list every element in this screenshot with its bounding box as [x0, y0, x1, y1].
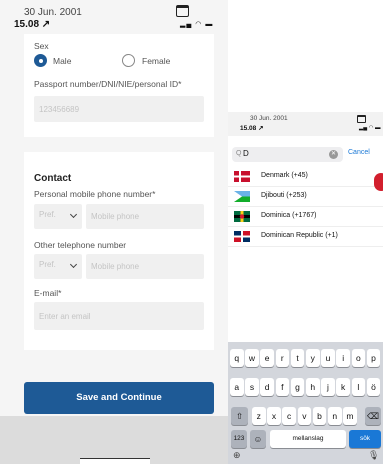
search-return-key[interactable]: sök: [349, 430, 381, 448]
key-1[interactable]: s: [245, 378, 259, 396]
key-2[interactable]: c: [282, 407, 296, 425]
status-time: 15.08 ↗: [14, 19, 51, 30]
search-icon: Q: [236, 150, 242, 157]
mobile-label: Personal mobile phone number*: [34, 189, 156, 199]
save-and-continue-button[interactable]: Save and Continue: [24, 382, 214, 414]
mobile-prefix-value: Pref.: [39, 210, 56, 219]
status-bar: 30 Jun. 2001 15.08 ↗ ▂▄ ◠ ▬: [228, 112, 383, 136]
status-date: 30 Jun. 2001: [24, 7, 82, 18]
clear-icon[interactable]: ✕: [329, 150, 338, 159]
contact-title: Contact: [34, 173, 72, 184]
shift-key-icon[interactable]: ⇧: [231, 407, 248, 425]
email-label: E-mail*: [34, 288, 62, 298]
key-1[interactable]: x: [267, 407, 281, 425]
key-6[interactable]: u: [321, 349, 335, 367]
signal-wifi-battery-icon: ▂▄ ◠ ▬: [180, 21, 214, 28]
backspace-key-icon[interactable]: ⌫: [365, 407, 381, 425]
other-phone-label: Other telephone number: [34, 240, 127, 250]
cancel-button[interactable]: Cancel: [348, 149, 370, 156]
keyboard: qwertyuiop asdfghjklö zxcvbnm ⇧ ⌫ 123 ☺ …: [228, 342, 383, 464]
male-label: Male: [53, 56, 72, 66]
registration-form-screen: 30 Jun. 2001 15.08 ↗ ▂▄ ◠ ▬ Sex Male Fem…: [0, 0, 228, 464]
key-4[interactable]: b: [312, 407, 327, 425]
other-phone-input[interactable]: Mobile phone: [86, 254, 204, 279]
mobile-prefix-select[interactable]: Pref.: [34, 204, 82, 229]
country-search-screen: 30 Jun. 2001 15.08 ↗ ▂▄ ◠ ▬ Q D ✕ Cancel…: [228, 0, 383, 464]
key-0[interactable]: q: [230, 349, 244, 367]
key-9[interactable]: p: [366, 349, 381, 367]
key-8[interactable]: l: [351, 378, 366, 396]
male-radio[interactable]: [34, 54, 47, 67]
search-query: D: [243, 149, 249, 158]
key-5[interactable]: h: [306, 378, 320, 396]
country-name: Djibouti (+253): [261, 192, 307, 199]
footer-background: [0, 416, 228, 464]
contact-card: Contact Personal mobile phone number* Pr…: [24, 152, 214, 350]
key-7[interactable]: i: [336, 349, 350, 367]
key-7[interactable]: k: [336, 378, 350, 396]
country-search-input[interactable]: Q D ✕: [232, 147, 343, 162]
djibouti-flag-icon: [234, 191, 250, 202]
calendar-icon: [176, 5, 189, 17]
space-key[interactable]: mellanslag: [270, 430, 346, 448]
personal-details-card: Sex Male Female Passport number/DNI/NIE/…: [24, 34, 214, 137]
country-search-bar: Q D ✕ Cancel: [228, 144, 383, 166]
country-item-djibouti[interactable]: Djibouti (+253): [228, 187, 383, 207]
female-label: Female: [142, 56, 171, 66]
key-3[interactable]: v: [297, 407, 312, 425]
country-list: Denmark (+45) Djibouti (+253) Dominica (…: [228, 167, 383, 247]
other-prefix-value: Pref.: [39, 260, 56, 269]
country-name: Dominican Republic (+1): [261, 232, 338, 239]
numbers-key[interactable]: 123: [231, 430, 247, 448]
country-item-dominican-republic[interactable]: Dominican Republic (+1): [228, 227, 383, 247]
key-9[interactable]: ö: [366, 378, 381, 396]
key-3[interactable]: f: [275, 378, 290, 396]
passport-input[interactable]: 123456689: [34, 96, 204, 122]
mobile-phone-input[interactable]: Mobile phone: [86, 204, 204, 229]
country-name: Dominica (+1767): [261, 212, 317, 219]
other-phone-placeholder: Mobile phone: [91, 262, 140, 271]
key-0[interactable]: z: [252, 407, 266, 425]
passport-label: Passport number/DNI/NIE/personal ID*: [34, 79, 182, 89]
status-bar: 30 Jun. 2001 15.08 ↗ ▂▄ ◠ ▬: [0, 0, 228, 34]
passport-value: 123456689: [39, 105, 80, 114]
sex-label: Sex: [34, 41, 49, 51]
key-8[interactable]: o: [351, 349, 366, 367]
dominica-flag-icon: [234, 211, 250, 222]
key-2[interactable]: e: [260, 349, 274, 367]
key-2[interactable]: d: [260, 378, 274, 396]
key-4[interactable]: t: [290, 349, 305, 367]
chevron-down-icon: [69, 260, 78, 269]
signal-wifi-battery-icon: ▂▄ ◠ ▬: [359, 125, 381, 131]
key-5[interactable]: y: [306, 349, 320, 367]
denmark-flag-icon: [234, 171, 250, 182]
chevron-down-icon: [69, 210, 78, 219]
key-6[interactable]: j: [321, 378, 335, 396]
female-radio[interactable]: [122, 54, 135, 67]
globe-icon[interactable]: ⊕: [233, 450, 241, 461]
status-time: 15.08 ↗: [240, 125, 264, 132]
key-1[interactable]: w: [245, 349, 259, 367]
key-0[interactable]: a: [230, 378, 244, 396]
emoji-key-icon[interactable]: ☺: [250, 430, 266, 448]
country-item-dominica[interactable]: Dominica (+1767): [228, 207, 383, 227]
mobile-phone-placeholder: Mobile phone: [91, 212, 140, 221]
status-date: 30 Jun. 2001: [250, 115, 288, 122]
dominican-republic-flag-icon: [234, 231, 250, 242]
email-input[interactable]: Enter an email: [34, 302, 204, 330]
key-4[interactable]: g: [290, 378, 305, 396]
email-placeholder: Enter an email: [39, 312, 91, 321]
country-item-denmark[interactable]: Denmark (+45): [228, 167, 383, 187]
other-prefix-select[interactable]: Pref.: [34, 254, 82, 279]
key-3[interactable]: r: [275, 349, 290, 367]
country-name: Denmark (+45): [261, 172, 308, 179]
home-indicator: [80, 458, 150, 464]
key-5[interactable]: n: [328, 407, 342, 425]
microphone-icon[interactable]: 🎙: [368, 450, 379, 461]
decorative-red-icon: [374, 173, 383, 191]
key-6[interactable]: m: [343, 407, 357, 425]
calendar-icon: [357, 115, 366, 123]
